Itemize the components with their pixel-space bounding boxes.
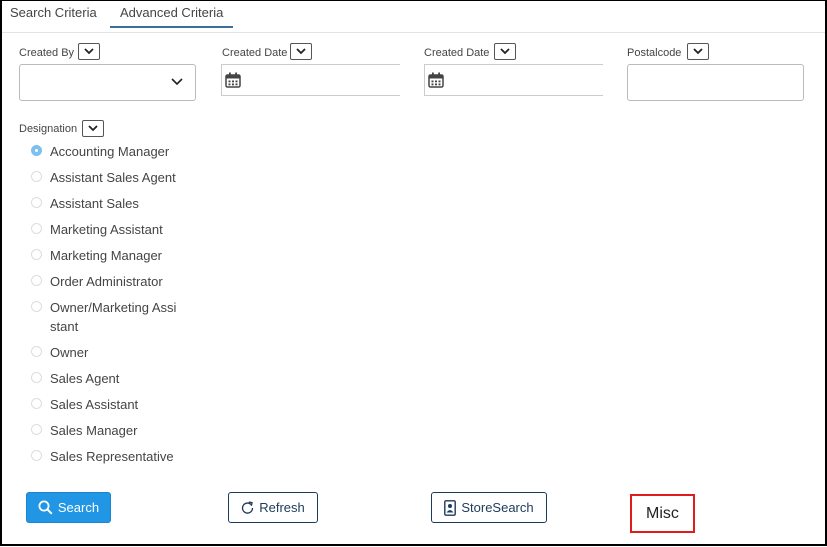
chevron-down-icon	[88, 125, 98, 132]
calendar-icon[interactable]	[428, 72, 444, 88]
created-date-to-label: Created Date	[424, 47, 490, 59]
refresh-icon	[242, 501, 254, 514]
designation-option[interactable]: Assistant Sales Agent	[31, 168, 191, 187]
chevron-down-icon	[500, 48, 510, 55]
radio-button[interactable]	[31, 301, 42, 312]
created-by-label: Created By	[19, 47, 75, 59]
search-icon	[38, 500, 53, 515]
designation-option-label: Owner	[50, 345, 89, 360]
designation-option[interactable]: Sales Manager	[31, 421, 191, 440]
created-date-from-label: Created Date	[222, 47, 288, 59]
radio-button[interactable]	[31, 346, 42, 357]
designation-option-label: Sales Assistant	[50, 397, 139, 412]
radio-button[interactable]	[31, 197, 42, 208]
created-date-from-operator-dropdown[interactable]	[290, 43, 312, 60]
designation-operator-dropdown[interactable]	[82, 120, 104, 137]
designation-option[interactable]: Sales Agent	[31, 369, 191, 388]
chevron-down-icon	[171, 78, 183, 86]
radio-button[interactable]	[31, 223, 42, 234]
designation-option-label: Sales Representative	[50, 449, 174, 464]
created-by-select[interactable]	[19, 64, 196, 101]
designation-option-label: Assistant Sales Agent	[50, 170, 176, 185]
calendar-icon[interactable]	[225, 72, 241, 88]
created-date-to-operator-dropdown[interactable]	[494, 43, 516, 60]
created-date-from-input[interactable]	[221, 64, 400, 96]
designation-option-label: Marketing Manager	[50, 248, 162, 263]
designation-option-label: Marketing Assistant	[50, 222, 163, 237]
designation-option[interactable]: Sales Assistant	[31, 395, 191, 414]
postalcode-label: Postalcode	[627, 47, 682, 59]
designation-option-label: Sales Manager	[50, 423, 138, 438]
designation-option-label: Assistant Sales	[50, 196, 139, 211]
radio-button[interactable]	[31, 275, 42, 286]
radio-button[interactable]	[31, 171, 42, 182]
refresh-button-label: Refresh	[259, 500, 305, 515]
radio-button-selected[interactable]	[31, 145, 42, 156]
created-date-to-input[interactable]	[424, 64, 603, 96]
designation-option[interactable]: Marketing Assistant	[31, 220, 191, 239]
chevron-down-icon	[296, 48, 306, 55]
radio-button[interactable]	[31, 450, 42, 461]
designation-option[interactable]: Sales Representative	[31, 447, 191, 466]
postalcode-input[interactable]	[627, 64, 804, 101]
designation-option[interactable]: Accounting Manager	[31, 142, 191, 161]
designation-option[interactable]: Owner/Marketing Assi stant	[31, 298, 191, 336]
search-button-label: Search	[57, 500, 100, 515]
chevron-down-icon	[84, 48, 94, 55]
designation-option-label: Accounting Manager	[50, 144, 170, 159]
store-search-button-label: StoreSearch	[461, 500, 534, 515]
advanced-search-panel: Search Criteria Advanced Criteria Create…	[0, 0, 827, 546]
radio-button[interactable]	[31, 398, 42, 409]
designation-option-label: Owner/Marketing Assi stant	[50, 300, 177, 334]
radio-button[interactable]	[31, 372, 42, 383]
tab-search-criteria[interactable]: Search Criteria	[10, 5, 97, 27]
chevron-down-icon	[693, 48, 703, 55]
radio-button[interactable]	[31, 249, 42, 260]
designation-option[interactable]: Owner	[31, 343, 191, 362]
designation-radio-list: Accounting Manager Assistant Sales Agent…	[31, 142, 191, 473]
misc-button[interactable]: Misc	[630, 494, 695, 533]
designation-option[interactable]: Assistant Sales	[31, 194, 191, 213]
postalcode-operator-dropdown[interactable]	[687, 43, 709, 60]
store-search-button[interactable]: StoreSearch	[431, 492, 547, 523]
created-by-operator-dropdown[interactable]	[78, 43, 100, 60]
designation-option-label: Sales Agent	[50, 371, 120, 386]
designation-option[interactable]: Marketing Manager	[31, 246, 191, 265]
designation-label: Designation	[19, 123, 78, 135]
refresh-button[interactable]: Refresh	[228, 492, 318, 523]
search-button[interactable]: Search	[26, 492, 111, 523]
contact-card-icon	[444, 499, 457, 516]
designation-option[interactable]: Order Administrator	[31, 272, 191, 291]
radio-button[interactable]	[31, 424, 42, 435]
tab-bar: Search Criteria Advanced Criteria	[2, 1, 825, 33]
tab-advanced-criteria[interactable]: Advanced Criteria	[110, 5, 234, 28]
designation-option-label: Order Administrator	[50, 274, 163, 289]
